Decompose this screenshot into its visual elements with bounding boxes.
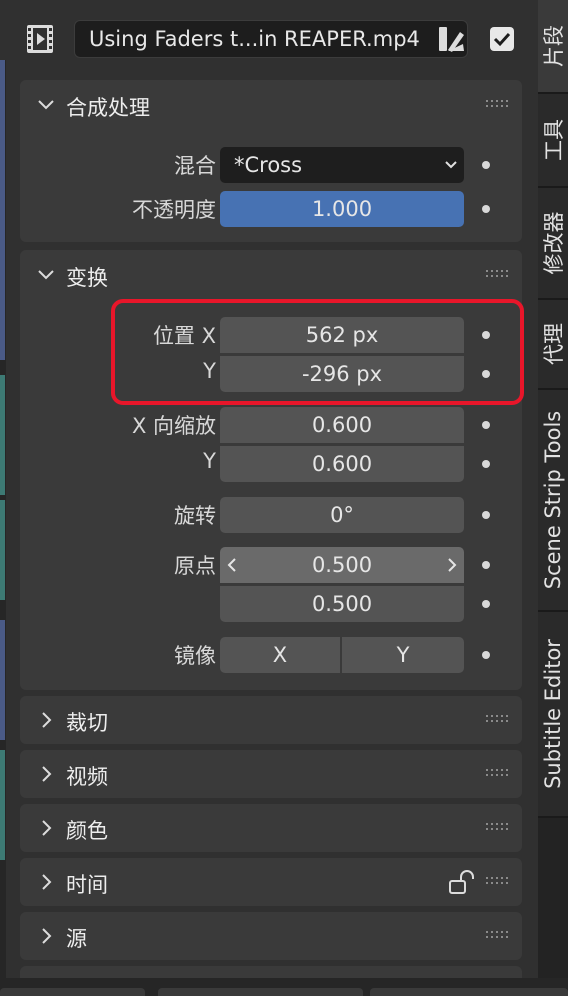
origin-x-value: 0.500 xyxy=(311,553,373,577)
tab-modifiers[interactable]: 修改器 xyxy=(538,188,568,300)
drag-grip-icon[interactable] xyxy=(486,931,508,941)
drag-grip-icon[interactable] xyxy=(486,100,508,110)
strip-name-text: Using Faders t...in REAPER.mp4 xyxy=(89,27,420,51)
rotation-field[interactable]: 0° xyxy=(220,497,464,533)
transform-title: 变换 xyxy=(66,266,108,290)
sidebar-tabs: 片段 工具 修改器 代理 Scene Strip Tools Subtitle … xyxy=(538,0,568,978)
drag-grip-icon[interactable] xyxy=(486,715,508,725)
tab-strip-label: 片段 xyxy=(542,25,566,67)
origin-x-keyframe-dot[interactable] xyxy=(482,561,490,569)
rotation-keyframe-dot[interactable] xyxy=(482,511,490,519)
mirror-y-toggle[interactable]: Y xyxy=(342,637,464,673)
blend-value: *Cross xyxy=(234,153,303,177)
origin-y-field[interactable]: 0.500 xyxy=(220,586,464,622)
drag-grip-icon[interactable] xyxy=(486,823,508,833)
chevron-right-icon xyxy=(42,874,52,890)
chevron-right-icon xyxy=(42,766,52,782)
scale-x-keyframe-dot[interactable] xyxy=(482,421,490,429)
chevron-down-icon xyxy=(445,161,457,169)
crop-title: 裁切 xyxy=(66,711,108,735)
blend-select[interactable]: *Cross xyxy=(220,147,464,183)
compositing-panel-header[interactable]: 合成处理 xyxy=(20,80,522,130)
tab-tool[interactable]: 工具 xyxy=(538,94,568,188)
compositing-title: 合成处理 xyxy=(66,96,150,120)
tab-proxy-label: 代理 xyxy=(542,323,566,365)
tab-strip[interactable]: 片段 xyxy=(538,0,568,94)
chevron-right-icon[interactable] xyxy=(446,557,458,573)
swatch-icon[interactable] xyxy=(436,24,466,54)
mirror-label: 镜像 xyxy=(174,644,216,668)
drag-grip-icon[interactable] xyxy=(486,270,508,280)
time-panel[interactable]: 时间 xyxy=(20,858,522,906)
tab-scene-strip-tools[interactable]: Scene Strip Tools xyxy=(538,390,568,612)
scale-y-field[interactable]: 0.600 xyxy=(220,446,464,482)
position-highlight-box xyxy=(111,299,524,405)
chevron-left-icon[interactable] xyxy=(226,557,238,573)
color-title: 颜色 xyxy=(66,819,108,843)
source-panel[interactable]: 源 xyxy=(20,912,522,960)
origin-x-field[interactable]: 0.500 xyxy=(220,547,464,583)
scale-x-label: X 向缩放 xyxy=(131,414,216,438)
opacity-slider[interactable]: 1.000 xyxy=(220,191,464,227)
rotation-label: 旋转 xyxy=(174,504,216,528)
tab-modifiers-label: 修改器 xyxy=(542,211,566,275)
chevron-right-icon xyxy=(42,712,52,728)
tab-subtitle-editor-label: Subtitle Editor xyxy=(541,639,565,789)
video-panel[interactable]: 视频 xyxy=(20,750,522,798)
film-strip-icon xyxy=(27,25,53,53)
blend-label: 混合 xyxy=(174,154,216,178)
strip-enabled-checkbox[interactable] xyxy=(490,27,514,51)
checkmark-icon xyxy=(493,32,511,47)
origin-label: 原点 xyxy=(174,554,216,578)
origin-y-keyframe-dot[interactable] xyxy=(482,600,490,608)
timeline-edge xyxy=(0,60,6,978)
tab-scene-strip-tools-label: Scene Strip Tools xyxy=(541,410,565,590)
source-title: 源 xyxy=(66,927,87,951)
blend-keyframe-dot[interactable] xyxy=(482,161,490,169)
opacity-label: 不透明度 xyxy=(132,198,216,222)
tab-subtitle-editor[interactable]: Subtitle Editor xyxy=(538,612,568,818)
mirror-keyframe-dot[interactable] xyxy=(482,651,490,659)
crop-panel[interactable]: 裁切 xyxy=(20,696,522,744)
strip-name-field[interactable]: Using Faders t...in REAPER.mp4 xyxy=(74,20,468,58)
tab-tool-label: 工具 xyxy=(542,119,566,161)
chevron-down-icon xyxy=(38,100,54,110)
video-title: 视频 xyxy=(66,765,108,789)
chevron-down-icon xyxy=(38,270,54,280)
time-title: 时间 xyxy=(66,873,108,897)
next-panel-edge xyxy=(20,966,522,978)
bottom-header-edge xyxy=(0,978,568,996)
scale-y-keyframe-dot[interactable] xyxy=(482,460,490,468)
mirror-x-toggle[interactable]: X xyxy=(220,637,340,673)
unlock-icon[interactable] xyxy=(448,870,476,896)
drag-grip-icon[interactable] xyxy=(486,769,508,779)
strip-properties-editor: Using Faders t...in REAPER.mp4 合成处理 混合 *… xyxy=(0,0,538,978)
color-panel[interactable]: 颜色 xyxy=(20,804,522,852)
chevron-right-icon xyxy=(42,928,52,944)
scale-x-field[interactable]: 0.600 xyxy=(220,407,464,443)
drag-grip-icon[interactable] xyxy=(486,877,508,887)
opacity-keyframe-dot[interactable] xyxy=(482,205,490,213)
scale-y-label: Y xyxy=(203,449,216,473)
transform-panel-header[interactable]: 变换 xyxy=(20,250,522,300)
tab-proxy[interactable]: 代理 xyxy=(538,300,568,390)
chevron-right-icon xyxy=(42,820,52,836)
